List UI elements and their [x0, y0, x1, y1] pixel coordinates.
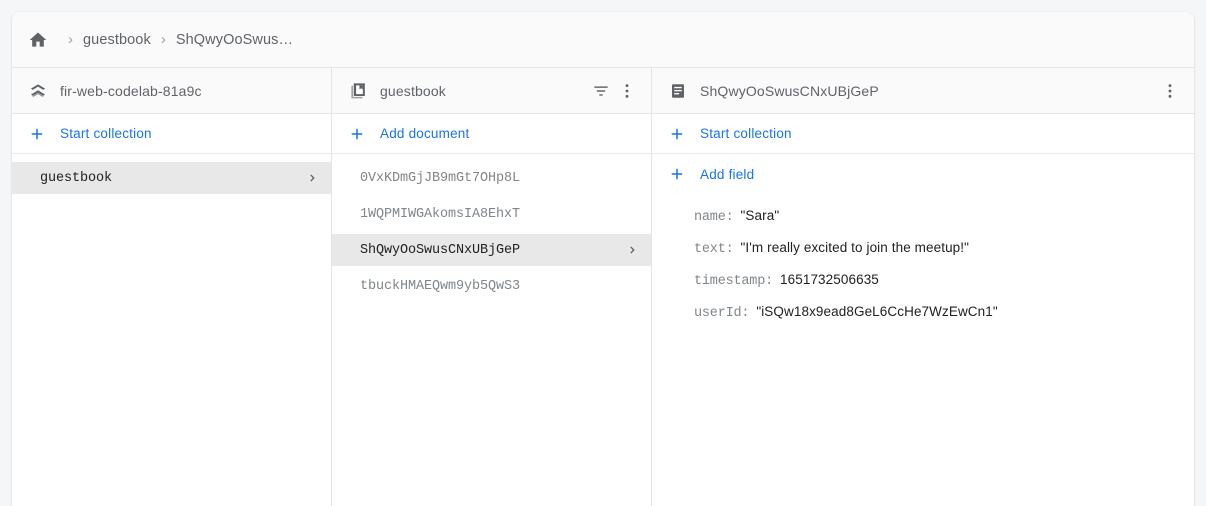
more-vert-icon[interactable]: [1158, 79, 1182, 103]
document-pane: ShQwyOoSwusCNxUBjGeP Start collection: [652, 68, 1194, 506]
document-list-item[interactable]: tbuckHMAEQwm9yb5QwS3: [332, 270, 651, 302]
plus-icon: [668, 125, 686, 143]
document-pane-header: ShQwyOoSwusCNxUBjGeP: [652, 68, 1194, 114]
add-document-button[interactable]: Add document: [332, 114, 651, 154]
database-name: fir-web-codelab-81a9c: [60, 83, 319, 99]
filter-icon[interactable]: [589, 79, 613, 103]
field-key: name:: [694, 210, 734, 225]
pane-container: fir-web-codelab-81a9c Start collection g…: [12, 68, 1194, 506]
field-row[interactable]: text: "I'm really excited to join the me…: [694, 240, 1194, 272]
home-icon[interactable]: [26, 28, 50, 52]
collection-list-item-label: guestbook: [40, 171, 305, 186]
firestore-data-browser: › guestbook › ShQwyOoSwus… fir-web-codel…: [12, 12, 1194, 506]
document-list-item-label: ShQwyOoSwusCNxUBjGeP: [360, 243, 625, 258]
plus-icon: [348, 125, 366, 143]
document-list-item[interactable]: ShQwyOoSwusCNxUBjGeP: [332, 234, 651, 266]
document-list[interactable]: 0VxKDmGjJB9mGt7OHp8L 1WQPMIWGAkomsIA8Ehx…: [332, 154, 651, 506]
field-list: name: "Sara" text: "I'm really excited t…: [652, 194, 1194, 506]
start-subcollection-label: Start collection: [700, 126, 792, 141]
add-field-button[interactable]: Add field: [652, 154, 1194, 194]
field-key: userId:: [694, 306, 749, 321]
breadcrumb-separator: ›: [161, 32, 166, 47]
document-list-item[interactable]: 1WQPMIWGAkomsIA8EhxT: [332, 198, 651, 230]
add-field-label: Add field: [700, 167, 754, 182]
field-value: "Sara": [741, 208, 780, 223]
plus-icon: [28, 125, 46, 143]
plus-icon: [668, 165, 686, 183]
breadcrumb: › guestbook › ShQwyOoSwus…: [12, 12, 1194, 68]
add-document-label: Add document: [380, 126, 469, 141]
field-value: "iSQw18x9ead8GeL6CcHe7WzEwCn1": [756, 304, 997, 319]
document-list-item-label: tbuckHMAEQwm9yb5QwS3: [360, 279, 641, 294]
document-list-item-label: 0VxKDmGjJB9mGt7OHp8L: [360, 171, 641, 186]
field-row[interactable]: userId: "iSQw18x9ead8GeL6CcHe7WzEwCn1": [694, 304, 1194, 336]
document-list-item[interactable]: 0VxKDmGjJB9mGt7OHp8L: [332, 162, 651, 194]
chevron-right-icon: [305, 170, 321, 186]
field-row[interactable]: timestamp: 1651732506635: [694, 272, 1194, 304]
database-pane: fir-web-codelab-81a9c Start collection g…: [12, 68, 332, 506]
start-collection-button[interactable]: Start collection: [12, 114, 331, 154]
field-key: text:: [694, 242, 734, 257]
field-row[interactable]: name: "Sara": [694, 208, 1194, 240]
more-vert-icon[interactable]: [615, 79, 639, 103]
field-key: timestamp:: [694, 274, 773, 289]
breadcrumb-item-collection[interactable]: guestbook: [83, 32, 151, 48]
chevron-right-icon: [625, 242, 641, 258]
start-collection-label: Start collection: [60, 126, 152, 141]
collection-name: guestbook: [380, 83, 587, 99]
document-icon: [668, 81, 688, 101]
breadcrumb-item-document[interactable]: ShQwyOoSwus…: [176, 32, 293, 48]
firestore-database-icon: [28, 81, 48, 101]
collection-icon: [348, 81, 368, 101]
collection-pane: guestbook: [332, 68, 652, 506]
document-id: ShQwyOoSwusCNxUBjGeP: [700, 83, 1156, 99]
database-pane-header: fir-web-codelab-81a9c: [12, 68, 331, 114]
collection-pane-header: guestbook: [332, 68, 651, 114]
field-value: 1651732506635: [780, 272, 879, 287]
field-value: "I'm really excited to join the meetup!": [741, 240, 970, 255]
start-subcollection-button[interactable]: Start collection: [652, 114, 1194, 154]
breadcrumb-separator: ›: [68, 32, 73, 47]
document-list-item-label: 1WQPMIWGAkomsIA8EhxT: [360, 207, 641, 222]
collection-list-item[interactable]: guestbook: [12, 162, 331, 194]
collection-list[interactable]: guestbook: [12, 154, 331, 506]
